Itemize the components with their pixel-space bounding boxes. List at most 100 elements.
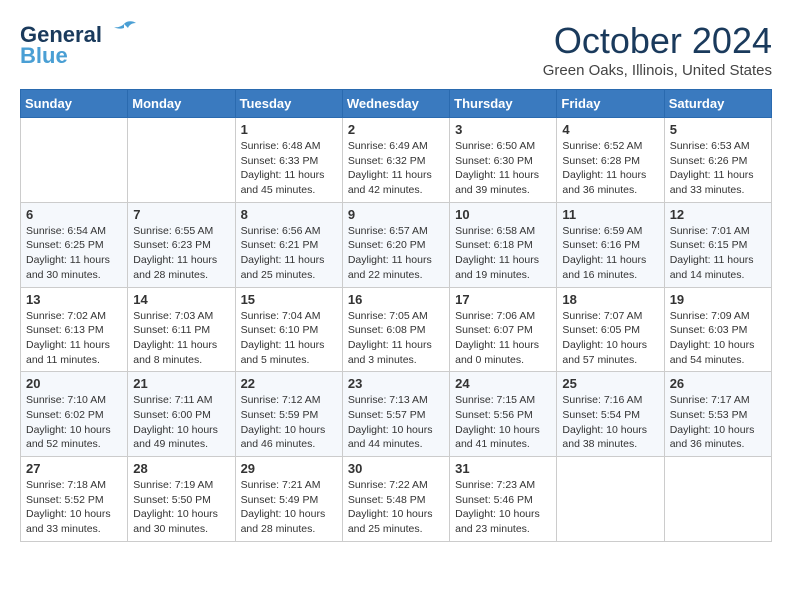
cell-line: Sunset: 6:05 PM bbox=[562, 324, 640, 336]
cell-content: Sunrise: 7:16 AMSunset: 5:54 PMDaylight:… bbox=[562, 393, 658, 452]
cell-line: Sunrise: 7:21 AM bbox=[241, 479, 321, 491]
month-title: October 2024 bbox=[543, 20, 772, 62]
cell-line: Sunrise: 7:10 AM bbox=[26, 394, 106, 406]
day-number: 24 bbox=[455, 376, 551, 391]
calendar-cell: 1 Sunrise: 6:48 AMSunset: 6:33 PMDaylight… bbox=[235, 118, 342, 203]
day-number: 9 bbox=[348, 207, 444, 222]
cell-content: Sunrise: 7:21 AMSunset: 5:49 PMDaylight:… bbox=[241, 478, 337, 537]
calendar-cell: 18Sunrise: 7:07 AMSunset: 6:05 PMDayligh… bbox=[557, 287, 664, 372]
cell-line: Daylight: 11 hours and 11 minutes. bbox=[26, 339, 110, 366]
cell-line: Daylight: 10 hours and 57 minutes. bbox=[562, 339, 647, 366]
cell-content: Sunrise: 7:01 AMSunset: 6:15 PMDaylight:… bbox=[670, 224, 766, 283]
cell-line: Sunrise: 7:12 AM bbox=[241, 394, 321, 406]
cell-line: Sunset: 5:46 PM bbox=[455, 494, 533, 506]
cell-line: Sunrise: 7:15 AM bbox=[455, 394, 535, 406]
cell-content: Sunrise: 6:54 AMSunset: 6:25 PMDaylight:… bbox=[26, 224, 122, 283]
cell-line: Sunset: 5:57 PM bbox=[348, 409, 426, 421]
day-number: 22 bbox=[241, 376, 337, 391]
cell-content: Sunrise: 6:57 AMSunset: 6:20 PMDaylight:… bbox=[348, 224, 444, 283]
cell-line: Daylight: 10 hours and 36 minutes. bbox=[670, 424, 755, 451]
day-number: 18 bbox=[562, 292, 658, 307]
cell-line: Sunset: 6:10 PM bbox=[241, 324, 319, 336]
cell-content: Sunrise: 7:03 AMSunset: 6:11 PMDaylight:… bbox=[133, 309, 229, 368]
cell-line: Sunrise: 6:56 AM bbox=[241, 225, 321, 237]
calendar-cell: 15Sunrise: 7:04 AMSunset: 6:10 PMDayligh… bbox=[235, 287, 342, 372]
cell-line: Sunrise: 7:19 AM bbox=[133, 479, 213, 491]
calendar-cell: 4Sunrise: 6:52 AMSunset: 6:28 PMDaylight… bbox=[557, 118, 664, 203]
calendar-cell: 21Sunrise: 7:11 AMSunset: 6:00 PMDayligh… bbox=[128, 372, 235, 457]
calendar-cell: 25Sunrise: 7:16 AMSunset: 5:54 PMDayligh… bbox=[557, 372, 664, 457]
cell-line: Sunrise: 6:50 AM bbox=[455, 140, 535, 152]
cell-line: Daylight: 11 hours and 25 minutes. bbox=[241, 254, 325, 281]
cell-line: Sunset: 6:30 PM bbox=[455, 155, 533, 167]
cell-line: Sunset: 6:25 PM bbox=[26, 239, 104, 251]
cell-line: Sunset: 6:32 PM bbox=[348, 155, 426, 167]
calendar-header-thursday: Thursday bbox=[450, 90, 557, 118]
day-number: 14 bbox=[133, 292, 229, 307]
calendar-cell: 9 Sunrise: 6:57 AMSunset: 6:20 PMDaylight… bbox=[342, 202, 449, 287]
calendar-cell: 19Sunrise: 7:09 AMSunset: 6:03 PMDayligh… bbox=[664, 287, 771, 372]
cell-line: Daylight: 11 hours and 36 minutes. bbox=[562, 169, 646, 196]
day-number: 27 bbox=[26, 461, 122, 476]
day-number: 11 bbox=[562, 207, 658, 222]
calendar-cell: 2Sunrise: 6:49 AMSunset: 6:32 PMDaylight… bbox=[342, 118, 449, 203]
cell-line: Sunrise: 7:04 AM bbox=[241, 310, 321, 322]
cell-content: Sunrise: 6:58 AMSunset: 6:18 PMDaylight:… bbox=[455, 224, 551, 283]
cell-content: Sunrise: 6:59 AMSunset: 6:16 PMDaylight:… bbox=[562, 224, 658, 283]
day-number: 8 bbox=[241, 207, 337, 222]
cell-line: Daylight: 10 hours and 54 minutes. bbox=[670, 339, 755, 366]
cell-line: Daylight: 11 hours and 28 minutes. bbox=[133, 254, 217, 281]
cell-line: Sunrise: 7:05 AM bbox=[348, 310, 428, 322]
calendar-week-2: 6Sunrise: 6:54 AMSunset: 6:25 PMDaylight… bbox=[21, 202, 772, 287]
day-number: 20 bbox=[26, 376, 122, 391]
cell-line: Daylight: 11 hours and 16 minutes. bbox=[562, 254, 646, 281]
cell-content: Sunrise: 6:55 AMSunset: 6:23 PMDaylight:… bbox=[133, 224, 229, 283]
cell-content: Sunrise: 6:48 AMSunset: 6:33 PMDaylight:… bbox=[241, 139, 337, 198]
calendar-cell: 7Sunrise: 6:55 AMSunset: 6:23 PMDaylight… bbox=[128, 202, 235, 287]
day-number: 15 bbox=[241, 292, 337, 307]
calendar-header-wednesday: Wednesday bbox=[342, 90, 449, 118]
calendar-cell: 11 Sunrise: 6:59 AMSunset: 6:16 PMDayligh… bbox=[557, 202, 664, 287]
calendar-cell: 16Sunrise: 7:05 AMSunset: 6:08 PMDayligh… bbox=[342, 287, 449, 372]
cell-line: Daylight: 11 hours and 42 minutes. bbox=[348, 169, 432, 196]
cell-content: Sunrise: 7:02 AMSunset: 6:13 PMDaylight:… bbox=[26, 309, 122, 368]
calendar-cell bbox=[557, 457, 664, 542]
calendar-week-3: 13 Sunrise: 7:02 AMSunset: 6:13 PMDayligh… bbox=[21, 287, 772, 372]
calendar-cell bbox=[664, 457, 771, 542]
cell-line: Sunset: 6:16 PM bbox=[562, 239, 640, 251]
cell-line: Daylight: 10 hours and 46 minutes. bbox=[241, 424, 326, 451]
day-number: 26 bbox=[670, 376, 766, 391]
day-number: 16 bbox=[348, 292, 444, 307]
cell-line: Sunrise: 7:13 AM bbox=[348, 394, 428, 406]
day-number: 30 bbox=[348, 461, 444, 476]
calendar-cell bbox=[21, 118, 128, 203]
day-number: 1 bbox=[241, 122, 337, 137]
cell-line: Sunrise: 6:52 AM bbox=[562, 140, 642, 152]
calendar-week-5: 27Sunrise: 7:18 AMSunset: 5:52 PMDayligh… bbox=[21, 457, 772, 542]
cell-line: Sunrise: 6:53 AM bbox=[670, 140, 750, 152]
location: Green Oaks, Illinois, United States bbox=[543, 62, 772, 79]
cell-line: Sunset: 6:20 PM bbox=[348, 239, 426, 251]
cell-line: Daylight: 10 hours and 33 minutes. bbox=[26, 508, 111, 535]
day-number: 5 bbox=[670, 122, 766, 137]
cell-line: Sunrise: 7:01 AM bbox=[670, 225, 750, 237]
cell-line: Sunset: 5:49 PM bbox=[241, 494, 319, 506]
calendar-table: SundayMondayTuesdayWednesdayThursdayFrid… bbox=[20, 89, 772, 542]
day-number: 31 bbox=[455, 461, 551, 476]
cell-line: Sunrise: 6:48 AM bbox=[241, 140, 321, 152]
calendar-cell: 12Sunrise: 7:01 AMSunset: 6:15 PMDayligh… bbox=[664, 202, 771, 287]
cell-line: Daylight: 11 hours and 22 minutes. bbox=[348, 254, 432, 281]
cell-line: Sunrise: 7:02 AM bbox=[26, 310, 106, 322]
cell-line: Sunset: 6:07 PM bbox=[455, 324, 533, 336]
calendar-cell: 22Sunrise: 7:12 AMSunset: 5:59 PMDayligh… bbox=[235, 372, 342, 457]
day-number: 23 bbox=[348, 376, 444, 391]
calendar-cell: 28Sunrise: 7:19 AMSunset: 5:50 PMDayligh… bbox=[128, 457, 235, 542]
cell-line: Sunset: 6:02 PM bbox=[26, 409, 104, 421]
cell-line: Daylight: 10 hours and 49 minutes. bbox=[133, 424, 218, 451]
calendar-cell: 14 Sunrise: 7:03 AMSunset: 6:11 PMDayligh… bbox=[128, 287, 235, 372]
calendar-cell: 3Sunrise: 6:50 AMSunset: 6:30 PMDaylight… bbox=[450, 118, 557, 203]
calendar-cell: 27Sunrise: 7:18 AMSunset: 5:52 PMDayligh… bbox=[21, 457, 128, 542]
cell-line: Sunset: 6:15 PM bbox=[670, 239, 748, 251]
cell-line: Sunrise: 6:58 AM bbox=[455, 225, 535, 237]
day-number: 13 bbox=[26, 292, 122, 307]
